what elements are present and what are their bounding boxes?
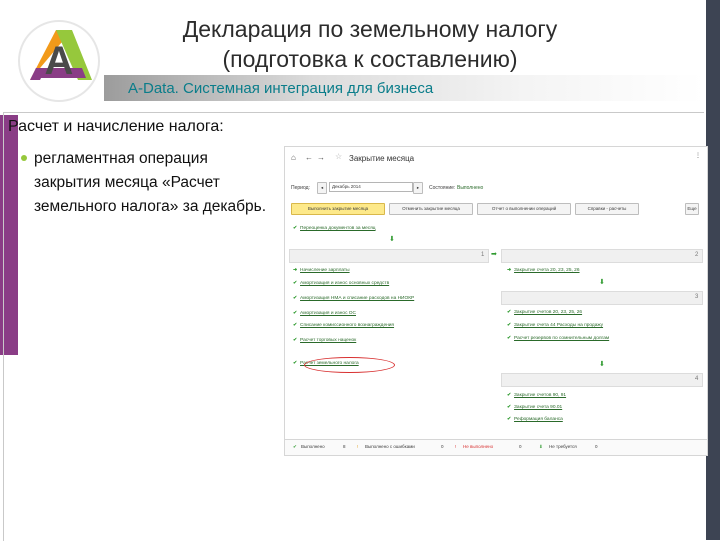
status-label: Состояние: [429,185,456,191]
check-icon: ✔ [293,444,297,449]
a-data-logo: A [18,20,100,102]
status-legend: ✔ Выполнено 8 ! Выполнено с ошибками 0 !… [285,439,707,455]
left-operation-6[interactable]: ✔ Расчет торговых наценок [293,338,356,344]
section-title: Расчет и начисление налога: [8,118,224,135]
legend-done: Выполнено [301,444,325,449]
menu-dots-icon[interactable]: ⋮ [695,152,701,160]
stage-1-header [289,249,489,263]
right-operation-stage3-3[interactable]: ✔ Расчет резервов по сомнительным долгам [507,336,609,342]
logo-letter: A [45,39,74,83]
legend-not-done: Не выполнено [463,444,494,449]
land-tax-highlight [304,357,395,373]
title-line-2: (подготовка к составлению) [222,46,518,72]
forward-arrow-icon[interactable]: → [317,154,325,162]
window-title: Закрытие месяца [349,154,415,163]
stage-4-header [501,373,703,387]
status-value: Выполнено [457,185,484,191]
prev-period-button[interactable]: ◂ [317,182,327,194]
left-operation-3[interactable]: ✔ Амортизация НМА и списание расходов на … [293,296,414,302]
back-arrow-icon[interactable]: ← [305,154,313,162]
stage-2-header [501,249,703,263]
stage-2-number: 2 [695,252,699,258]
left-operation-2[interactable]: ✔ Амортизация и износ основных средств [293,281,389,287]
left-operation-1[interactable]: ➜ Начисление зарплаты [293,268,350,274]
stage-3-header [501,291,703,305]
check-icon: ✔ [293,226,298,231]
home-icon[interactable]: ⌂ [291,154,296,162]
right-arrow-icon: ➡ [491,251,497,258]
bullet-text: регламентная операция закрытия месяца «Р… [34,150,267,215]
legend-done-count: 8 [343,444,346,449]
legend-errors: Выполнено с ошибками [365,444,415,449]
title-line-1: Декларация по земельному налогу [182,16,558,42]
right-operation-stage4-3[interactable]: ✔ Реформация баланса [507,417,563,423]
next-period-button[interactable]: ▸ [413,182,423,194]
top-operation[interactable]: ✔ Переоценка документов за месяц [293,226,376,232]
down-arrow-icon: ⬇ [389,236,395,243]
down-arrow-icon: ⬇ [599,361,605,368]
right-operation-stage3-1[interactable]: ✔ Закрытие счетов 20, 23, 25, 26 [507,310,582,316]
right-operation-stage4-2[interactable]: ✔ Закрытие счета 90.01 [507,405,562,411]
right-operation-stage4-1[interactable]: ✔ Закрытие счетов 90, 91 [507,393,566,399]
run-close-button[interactable]: Выполнить закрытие месяца [291,203,385,215]
warning-icon: ! [357,444,359,449]
period-label: Период: [291,185,310,191]
bullet-icon [21,155,27,161]
period-input[interactable]: Декабрь 2014 [329,182,413,192]
legend-not-done-count: 0 [519,444,522,449]
left-operation-5[interactable]: ✔ Списание комиссионного вознаграждения [293,323,394,329]
report-button[interactable]: Отчет о выполнении операций [477,203,571,215]
right-stripe [706,0,720,540]
month-close-screenshot: ⌂ ← → ☆ Закрытие месяца ⋮ Период: ◂ Дека… [284,146,708,456]
legend-not-required: Не требуется [549,444,577,449]
down-arrow-icon: ⬇ [539,444,543,449]
more-button[interactable]: Еще [685,203,699,215]
right-operation-stage3-2[interactable]: ✔ Закрытие счета 44 Расходы на продажу [507,323,603,329]
star-icon[interactable]: ☆ [335,153,342,161]
right-operation-stage2[interactable]: ➜ Закрытие счета 20, 23, 25, 26 [507,268,580,274]
left-operation-4[interactable]: ✔ Амортизация и износ ОС [293,311,356,317]
cancel-close-button[interactable]: Отменить закрытие месяца [389,203,473,215]
error-icon: ! [455,444,457,449]
legend-not-required-count: 0 [595,444,598,449]
down-arrow-icon: ⬇ [599,279,605,286]
help-button[interactable]: Справки - расчеты [575,203,639,215]
stage-1-number: 1 [481,252,485,258]
subtitle: A-Data. Системная интеграция для бизнеса [128,80,434,97]
legend-errors-count: 0 [441,444,444,449]
stage-3-number: 3 [695,294,699,300]
stage-4-number: 4 [695,376,699,382]
slide-title: Декларация по земельному налогу (подгото… [120,14,620,74]
